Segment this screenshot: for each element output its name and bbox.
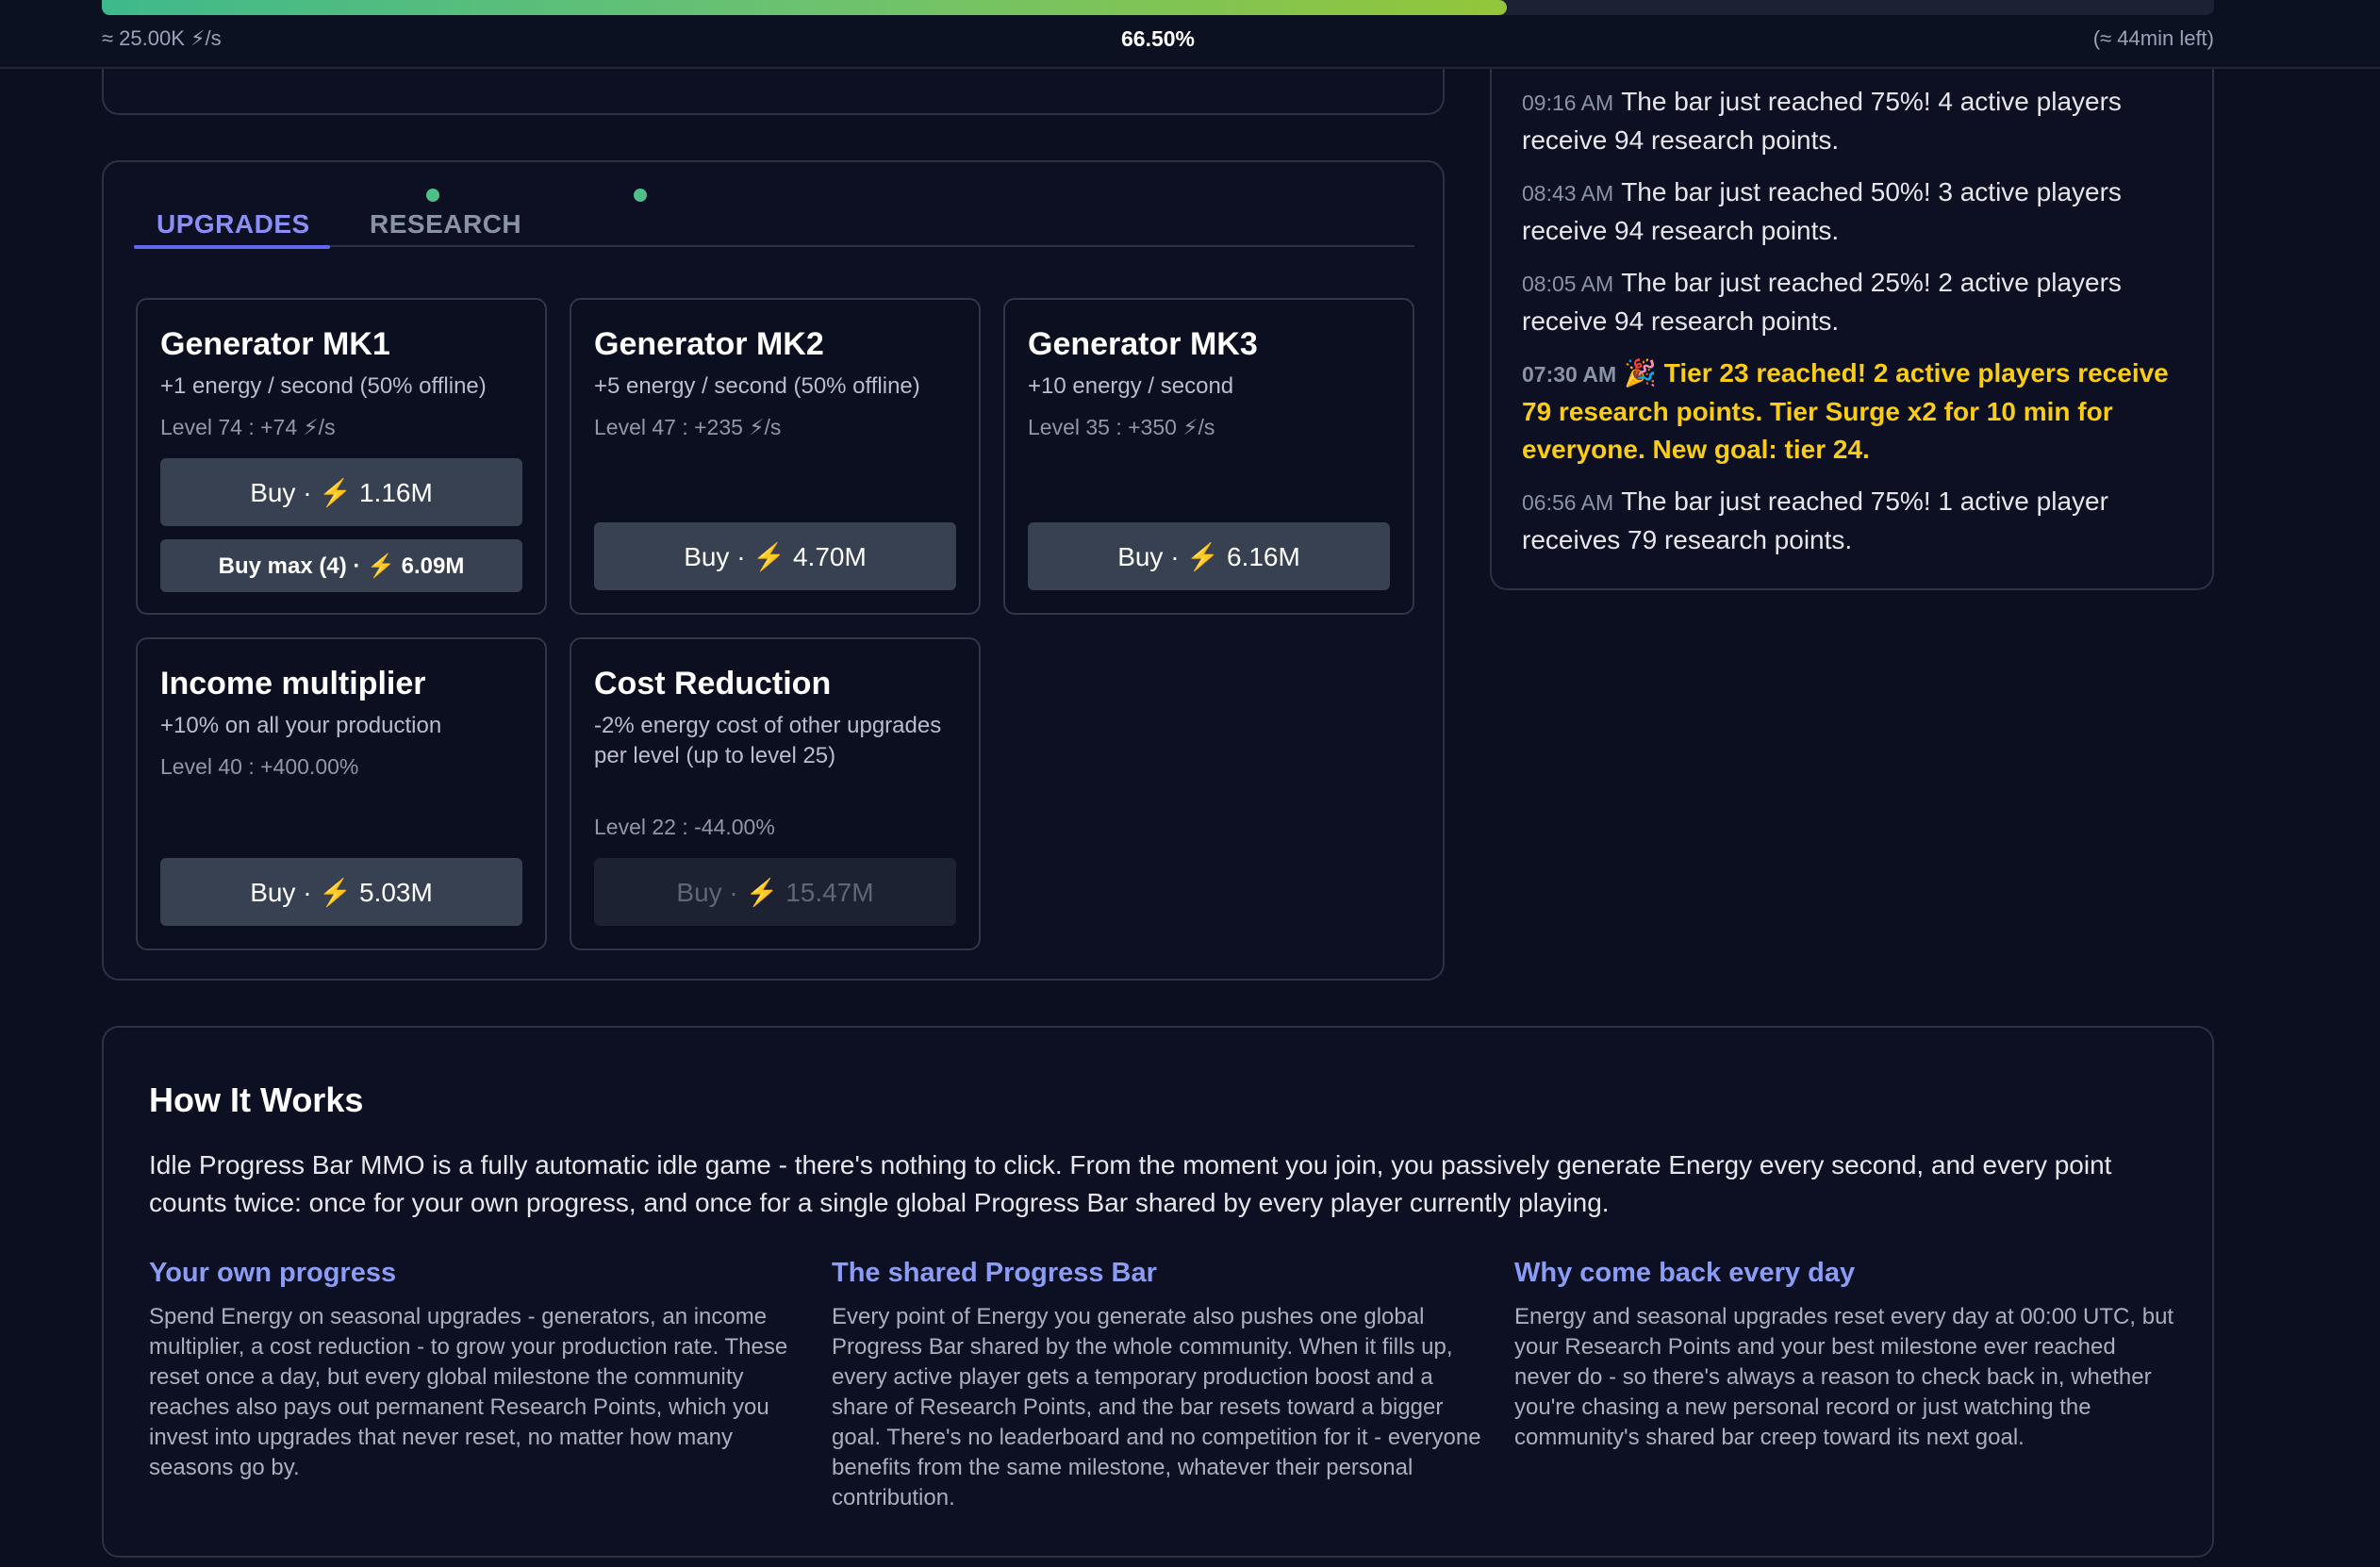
buy-button[interactable]: Buy · ⚡ 6.16M xyxy=(1028,522,1390,590)
global-progress-bar xyxy=(102,0,2214,15)
upgrade-level: Level 22 : -44.00% xyxy=(594,815,775,839)
upgrade-title: Generator MK2 xyxy=(594,326,824,362)
upgrade-title: Income multiplier xyxy=(160,666,426,701)
buy-button[interactable]: Buy · ⚡ 4.70M xyxy=(594,522,956,590)
log-time: 08:43 AM xyxy=(1522,181,1614,206)
global-progress-fill xyxy=(102,0,1507,15)
buy-button-disabled[interactable]: Buy · ⚡ 15.47M xyxy=(594,858,956,926)
buy-label: Buy · xyxy=(250,477,320,507)
upgrade-level: Level 74 : +74 ⚡/s xyxy=(160,415,336,439)
global-progress-header: ≈ 25.00K ⚡/s 66.50% (≈ 44min left) xyxy=(0,0,2380,69)
log-time: 06:56 AM xyxy=(1522,490,1614,515)
log-text: 🎉 Tier 23 reached! 2 active players rece… xyxy=(1522,358,2169,464)
upgrade-level: Level 35 : +350 ⚡/s xyxy=(1028,415,1215,439)
upgrade-card-generator-mk1: Generator MK1 +1 energy / second (50% of… xyxy=(136,298,547,615)
log-time: 08:05 AM xyxy=(1522,272,1614,296)
info-column-own-progress: Your own progress Spend Energy on season… xyxy=(149,1258,809,1483)
upgrade-description: +1 energy / second (50% offline) xyxy=(160,373,487,399)
upgrade-description: +10% on all your production xyxy=(160,713,442,738)
active-tab-underline xyxy=(134,245,330,249)
bolt-icon: ⚡ xyxy=(367,553,395,579)
activity-log: 09:16 AM The bar just reached 75%! 4 acti… xyxy=(1490,38,2214,590)
buy-cost: 6.16M xyxy=(1226,541,1300,571)
upgrade-title: Generator MK1 xyxy=(160,326,390,362)
buy-button[interactable]: Buy · ⚡ 1.16M xyxy=(160,458,522,526)
log-entry: 08:43 AM The bar just reached 50%! 3 acti… xyxy=(1522,173,2182,250)
time-left: (≈ 44min left) xyxy=(2092,26,2214,50)
column-heading: Your own progress xyxy=(149,1258,397,1288)
column-heading: The shared Progress Bar xyxy=(832,1258,1157,1288)
buy-cost: 4.70M xyxy=(792,541,867,571)
bolt-icon: ⚡ xyxy=(319,477,353,507)
buy-label: Buy · xyxy=(684,541,753,571)
upgrades-notification-dot xyxy=(426,189,439,202)
buy-cost: 1.16M xyxy=(358,477,433,507)
tab-upgrades[interactable]: UPGRADES xyxy=(157,209,310,239)
section-intro: Idle Progress Bar MMO is a fully automat… xyxy=(149,1150,2112,1217)
upgrades-panel: UPGRADES RESEARCH Generator MK1 +1 energ… xyxy=(102,160,1445,981)
buy-label: Buy · xyxy=(676,877,746,907)
log-time: 09:16 AM xyxy=(1522,91,1614,115)
buy-max-cost: 6.09M xyxy=(401,553,465,579)
upgrade-title: Cost Reduction xyxy=(594,666,832,701)
upgrade-description: +10 energy / second xyxy=(1028,373,1234,399)
upgrade-card-generator-mk3: Generator MK3 +10 energy / second Level … xyxy=(1003,298,1414,615)
bolt-icon: ⚡ xyxy=(319,877,353,907)
upgrade-card-cost-reduction: Cost Reduction -2% energy cost of other … xyxy=(570,637,981,950)
log-entry: 06:56 AM The bar just reached 75%! 1 acti… xyxy=(1522,483,2182,559)
buy-label: Buy · xyxy=(250,877,320,907)
how-it-works-section: How It Works Idle Progress Bar MMO is a … xyxy=(102,1026,2214,1558)
upgrade-card-generator-mk2: Generator MK2 +5 energy / second (50% of… xyxy=(570,298,981,615)
upgrade-title: Generator MK3 xyxy=(1028,326,1258,362)
upgrade-description: -2% energy cost of other upgrades per le… xyxy=(594,713,942,768)
log-entry: 08:05 AM The bar just reached 25%! 2 acti… xyxy=(1522,264,2182,340)
info-column-shared-bar: The shared Progress Bar Every point of E… xyxy=(832,1258,1492,1513)
column-body: Energy and seasonal upgrades reset every… xyxy=(1514,1304,2174,1450)
upgrade-level: Level 40 : +400.00% xyxy=(160,754,359,779)
bolt-icon: ⚡ xyxy=(745,877,779,907)
log-time: 07:30 AM xyxy=(1522,362,1617,387)
buy-max-button[interactable]: Buy max (4) · ⚡ 6.09M xyxy=(160,539,522,592)
buy-cost: 5.03M xyxy=(358,877,433,907)
log-entry-milestone: 07:30 AM 🎉 Tier 23 reached! 2 active play… xyxy=(1522,355,2182,469)
tab-bar: UPGRADES RESEARCH xyxy=(134,189,1414,249)
research-notification-dot xyxy=(634,189,647,202)
upgrade-level: Level 47 : +235 ⚡/s xyxy=(594,415,782,439)
column-body: Spend Energy on seasonal upgrades - gene… xyxy=(149,1304,788,1480)
bolt-icon: ⚡ xyxy=(1186,541,1220,571)
bolt-icon: ⚡ xyxy=(752,541,786,571)
upgrade-card-income-multiplier: Income multiplier +10% on all your produ… xyxy=(136,637,547,950)
buy-label: Buy · xyxy=(1117,541,1187,571)
buy-max-label: Buy max (4) · xyxy=(218,553,368,579)
log-entry: 09:16 AM The bar just reached 75%! 4 acti… xyxy=(1522,83,2182,159)
upgrade-description: +5 energy / second (50% offline) xyxy=(594,373,920,399)
buy-cost: 15.47M xyxy=(785,877,874,907)
tab-research[interactable]: RESEARCH xyxy=(370,209,521,239)
column-heading: Why come back every day xyxy=(1514,1258,1856,1288)
column-body: Every point of Energy you generate also … xyxy=(832,1304,1481,1510)
progress-percent: 66.50% xyxy=(1120,26,1195,51)
section-title: How It Works xyxy=(149,1080,364,1119)
buy-button[interactable]: Buy · ⚡ 5.03M xyxy=(160,858,522,926)
info-column-daily: Why come back every day Energy and seaso… xyxy=(1514,1258,2174,1453)
